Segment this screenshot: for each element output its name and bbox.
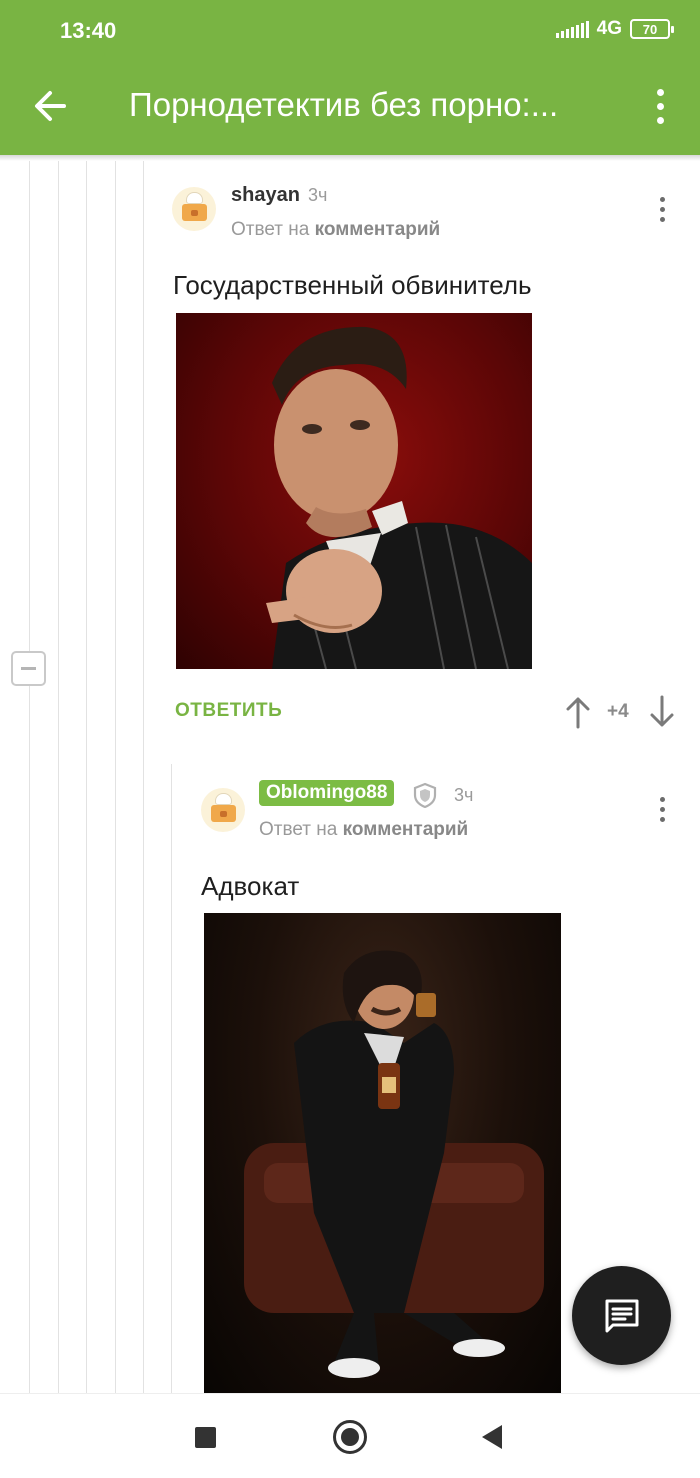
page-title: Порнодетектив без порно:...: [129, 86, 559, 123]
thread-line: [115, 161, 116, 1393]
reply-prefix: Ответ на: [259, 819, 338, 840]
rating-score: +4: [607, 701, 629, 722]
comment-author[interactable]: Oblomingo88: [259, 780, 395, 806]
battery-icon: 70: [630, 19, 674, 39]
comment-menu-icon[interactable]: [650, 791, 674, 827]
status-icons: 4G 70: [555, 18, 674, 40]
thread-line: [58, 161, 59, 1393]
comment-author[interactable]: shayan: [231, 184, 300, 207]
more-vert-icon[interactable]: [644, 82, 676, 130]
comment-icon: [605, 1299, 638, 1332]
reply-to-link[interactable]: комментарий: [343, 819, 469, 840]
system-nav-bar: [0, 1393, 700, 1478]
comment-image[interactable]: [176, 313, 532, 669]
network-type: 4G: [596, 18, 622, 39]
thread-line: [143, 161, 144, 1393]
thread-line: [29, 161, 30, 1393]
comment-text: Адвокат: [201, 871, 300, 901]
reply-to: Ответ на комментарий: [259, 819, 468, 841]
recent-apps-button[interactable]: [195, 1427, 216, 1448]
comment-time: 3ч: [454, 785, 474, 805]
system-back-button[interactable]: [482, 1425, 502, 1449]
reply-to-link[interactable]: комментарий: [315, 219, 441, 240]
status-time: 13:40: [60, 18, 117, 43]
back-button[interactable]: [26, 80, 74, 132]
comment-image[interactable]: [204, 913, 561, 1393]
reply-to: Ответ на комментарий: [231, 219, 440, 241]
avatar[interactable]: [172, 187, 216, 231]
comment-text: Государственный обвинитель: [173, 270, 532, 300]
arrow-down-icon[interactable]: [649, 695, 675, 729]
arrow-left-icon: [35, 91, 66, 121]
comment-menu-icon[interactable]: [650, 191, 674, 227]
reply-prefix: Ответ на: [231, 219, 310, 240]
man-pointing-illustration: [266, 326, 532, 669]
avatar[interactable]: [201, 788, 245, 832]
signal-icon: [555, 20, 589, 38]
thread-line: [86, 161, 87, 1393]
thread-line: [171, 764, 172, 1393]
header-shadow: [0, 155, 700, 161]
reply-button[interactable]: ОТВЕТИТЬ: [175, 700, 282, 722]
battery-level: 70: [642, 21, 658, 37]
comment-time: 3ч: [308, 185, 328, 205]
collapse-thread-button[interactable]: [11, 651, 46, 686]
home-button[interactable]: [333, 1420, 367, 1454]
arrow-up-icon[interactable]: [565, 695, 591, 729]
shield-icon: [413, 782, 437, 808]
write-comment-button[interactable]: [572, 1266, 671, 1365]
app-header: 13:40 4G 70 Порнодетектив без порно:...: [0, 0, 700, 155]
man-on-sofa-illustration: [244, 950, 544, 1378]
